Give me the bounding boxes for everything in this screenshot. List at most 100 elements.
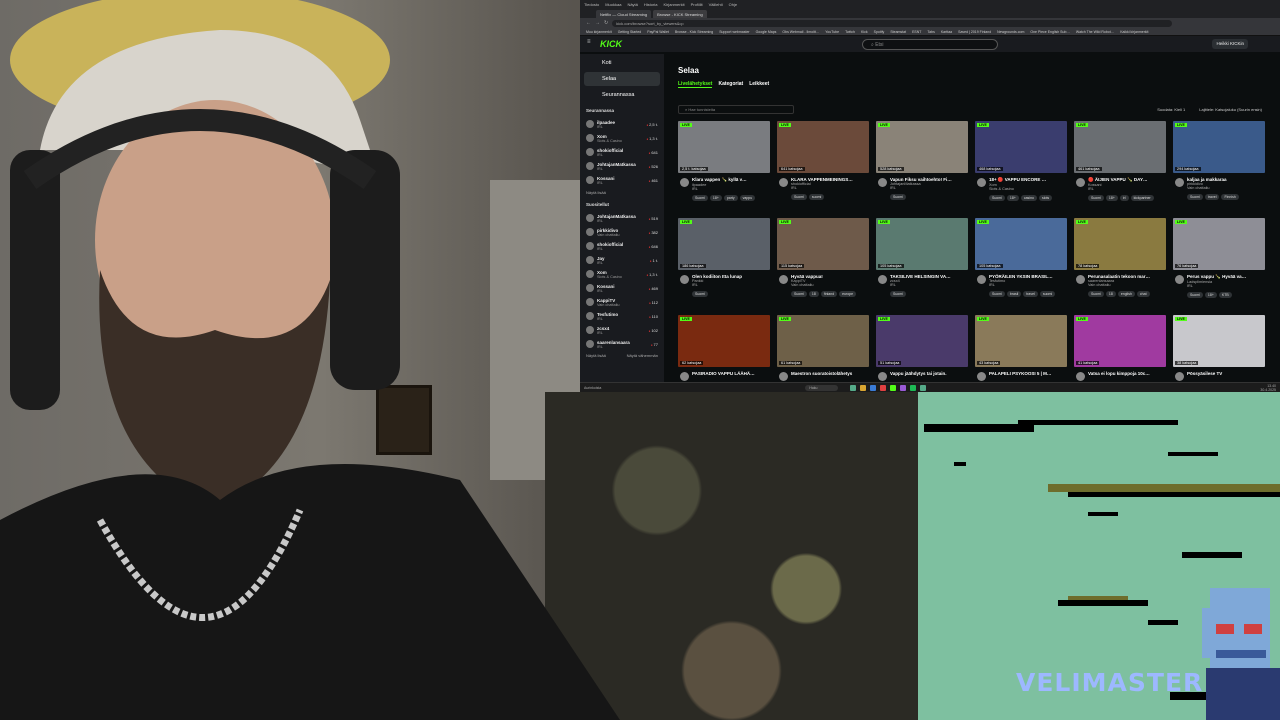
- bookmark-item[interactable]: Tabs: [927, 30, 934, 34]
- stream-thumbnail[interactable]: LIVE 461 katsojaa: [1074, 121, 1166, 173]
- channel-avatar[interactable]: [977, 275, 986, 284]
- tag-chip[interactable]: Suomi: [692, 195, 708, 201]
- stream-card[interactable]: LIVE 38 katsojaa Pössyäsilese TV: [1173, 315, 1265, 392]
- menu-file[interactable]: Tiedosto: [584, 2, 599, 7]
- bookmark-item[interactable]: Watch The Wild Robot…: [1076, 30, 1114, 34]
- stream-category[interactable]: IRL: [890, 186, 968, 190]
- stream-card[interactable]: LIVE 41 katsojaa Vatsa ei lopu kimppoja 10…: [1074, 315, 1166, 392]
- tag-chip[interactable]: finland: [820, 291, 838, 297]
- stream-title[interactable]: Maestron suoratoistolähetys: [791, 371, 869, 376]
- tag-chip[interactable]: casino: [1020, 195, 1037, 201]
- channel-avatar[interactable]: [977, 178, 986, 187]
- bookmark-item[interactable]: Karttaa: [941, 30, 952, 34]
- stream-card[interactable]: LIVE 51 katsojaa Vappu jäähdytys tai jotai…: [876, 315, 968, 392]
- clock[interactable]: 13.40 30.4.2025: [1260, 384, 1276, 392]
- stream-thumbnail[interactable]: LIVE 468 katsojaa: [975, 121, 1067, 173]
- bookmark-item[interactable]: Google Maps: [756, 30, 777, 34]
- bookmark-item[interactable]: Muu kirjanmerkit: [586, 30, 612, 34]
- nav-following[interactable]: Seurannassa: [584, 88, 660, 102]
- channel-avatar[interactable]: [1076, 275, 1085, 284]
- stream-card[interactable]: LIVE 105 katsojaa PYÖRÄILEN YKSIN BRASIL… T…: [975, 218, 1067, 313]
- tag-chip[interactable]: Suomi: [1187, 292, 1203, 298]
- stream-thumbnail[interactable]: LIVE 41 katsojaa: [1074, 315, 1166, 367]
- tab-clips[interactable]: Leikkeet: [749, 81, 769, 88]
- tag-chip[interactable]: Suomi: [791, 194, 807, 200]
- tag-chip[interactable]: Suomi: [989, 195, 1005, 201]
- stream-card[interactable]: LIVE 105 katsojaa TAKSILIVE HELSINGIN VA… z…: [876, 218, 968, 313]
- stream-title[interactable]: Pössyäsilese TV: [1187, 371, 1265, 376]
- tag-chip[interactable]: 18+: [1105, 195, 1118, 201]
- channel-avatar[interactable]: [1175, 275, 1184, 284]
- app-icon[interactable]: [880, 385, 886, 391]
- stream-thumbnail[interactable]: LIVE 38 katsojaa: [1173, 315, 1265, 367]
- channel-item[interactable]: KappiTVVain chattailu112: [580, 295, 664, 309]
- channel-avatar[interactable]: [779, 178, 788, 187]
- channel-item[interactable]: shokiofficialIRL 646: [580, 239, 664, 253]
- tag-chip[interactable]: suomi: [1039, 291, 1056, 297]
- stream-category[interactable]: Vain chattailu: [1088, 283, 1166, 287]
- stream-card[interactable]: LIVE 641 katsojaa KLARA VAPPENMEININGS… sho…: [777, 121, 869, 216]
- stream-card[interactable]: LIVE 528 katsojaa Vapun Fiksu vaihtoehto! …: [876, 121, 968, 216]
- bookmark-item[interactable]: YouTube: [825, 30, 839, 34]
- app-icon[interactable]: [890, 385, 896, 391]
- nav-browse[interactable]: Selaa: [584, 72, 660, 86]
- bookmark-item[interactable]: Saved | 2019 Finland: [958, 30, 991, 34]
- tag-chip[interactable]: Suomi: [692, 291, 708, 297]
- stream-thumbnail[interactable]: LIVE 51 katsojaa: [876, 315, 968, 367]
- show-less-recommended[interactable]: Näytä vähemmän: [627, 353, 658, 358]
- stream-thumbnail[interactable]: LIVE 641 katsojaa: [777, 121, 869, 173]
- stream-thumbnail[interactable]: LIVE 76 katsojaa: [1173, 218, 1265, 270]
- channel-item[interactable]: zcsx4IRL 102: [580, 323, 664, 337]
- stream-category[interactable]: Vain chattailu: [791, 283, 869, 287]
- channel-avatar[interactable]: [977, 372, 986, 381]
- stream-title[interactable]: PASIRADIO VAPPU LÄÄHÄ…: [692, 371, 770, 376]
- tab-netflix[interactable]: Netflix — Cloud Streaming: [596, 10, 652, 18]
- tag-chip[interactable]: Suomi: [1088, 291, 1104, 297]
- stream-category[interactable]: IRL: [890, 283, 968, 287]
- stream-card[interactable]: LIVE 78 katsojaa Perunasalaatin tekoon mar…: [1074, 218, 1166, 313]
- tag-chip[interactable]: Suomi: [890, 291, 906, 297]
- stream-category[interactable]: IRL: [1088, 187, 1166, 191]
- tag-chip[interactable]: travel: [1204, 194, 1220, 200]
- channel-avatar[interactable]: [878, 275, 887, 284]
- channel-avatar[interactable]: [878, 178, 887, 187]
- tag-chip[interactable]: 18+: [709, 195, 722, 201]
- tag-chip[interactable]: irl: [1119, 195, 1129, 201]
- channel-avatar[interactable]: [680, 275, 689, 284]
- channel-item[interactable]: saarenlansaaraIRL 77: [580, 337, 664, 351]
- search-input[interactable]: ⌕ Etsi: [862, 39, 998, 50]
- stream-card[interactable]: LIVE 468 katsojaa 18+ 🔴 VAPPU ENCORE … Xom S…: [975, 121, 1067, 216]
- stream-thumbnail[interactable]: LIVE 294 katsojaa: [1173, 121, 1265, 173]
- stream-thumbnail[interactable]: LIVE 115 katsojaa: [777, 218, 869, 270]
- stream-thumbnail[interactable]: LIVE 78 katsojaa: [1074, 218, 1166, 270]
- app-icon[interactable]: [850, 385, 856, 391]
- stream-card[interactable]: LIVE 294 katsojaa kaljaa ja makkaraa pirkki…: [1173, 121, 1265, 216]
- channel-avatar[interactable]: [1076, 178, 1085, 187]
- tag-chip[interactable]: Suomi: [1088, 195, 1104, 201]
- bookmark-item[interactable]: Kick: [861, 30, 868, 34]
- stream-thumbnail[interactable]: LIVE 186 katsojaa: [678, 218, 770, 270]
- tab-kick-browse[interactable]: Browse - KICK Streaming: [653, 10, 707, 18]
- stream-card[interactable]: LIVE 61 katsojaa Maestron suoratoistolähet…: [777, 315, 869, 392]
- bookmark-item[interactable]: Steamstat: [890, 30, 906, 34]
- stream-category[interactable]: IRL: [989, 283, 1067, 287]
- app-icon[interactable]: [910, 385, 916, 391]
- kick-logo[interactable]: KICK: [600, 39, 622, 49]
- user-button[interactable]: Heikki KICKin: [1212, 39, 1248, 49]
- channel-avatar[interactable]: [680, 178, 689, 187]
- tag-chip[interactable]: 18+: [1204, 292, 1217, 298]
- bookmark-item[interactable]: One Piece English Sub…: [1030, 30, 1070, 34]
- stream-card[interactable]: LIVE 43 katsojaa PALAPELI PSYKOOSI 5 | M…: [975, 315, 1067, 392]
- stream-category[interactable]: IRL: [1187, 284, 1265, 288]
- bookmark-item[interactable]: Browse - Kick Streaming: [675, 30, 713, 34]
- channel-avatar[interactable]: [1175, 372, 1184, 381]
- bookmark-item[interactable]: Kaikki kirjanmerkit: [1120, 30, 1148, 34]
- tag-chip[interactable]: suomi: [808, 194, 825, 200]
- show-more-recommended[interactable]: Näytä lisää: [586, 353, 606, 358]
- tag-chip[interactable]: europe: [839, 291, 857, 297]
- menu-help[interactable]: Ohje: [729, 2, 737, 7]
- tab-categories[interactable]: Kategoriat: [718, 81, 743, 88]
- stream-category[interactable]: IRL: [791, 186, 869, 190]
- tag-chip[interactable]: chat: [1136, 291, 1150, 297]
- stream-category[interactable]: Vain chattailu: [1187, 186, 1265, 190]
